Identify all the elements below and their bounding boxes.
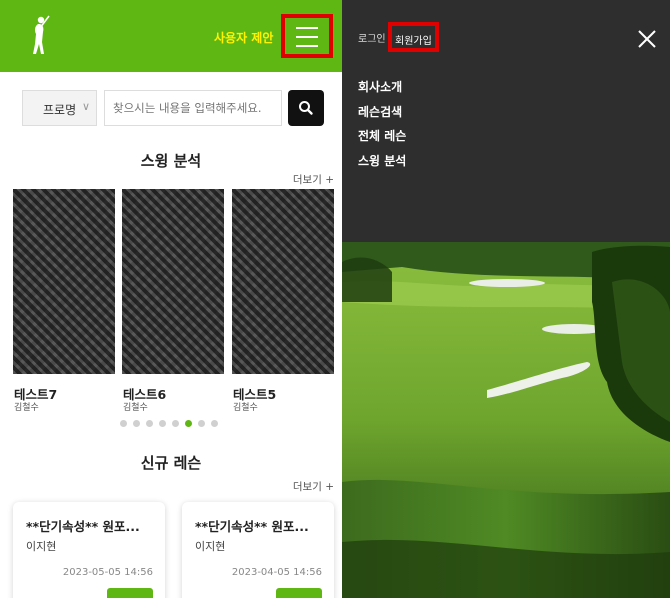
swing-item-author: 김철수: [14, 403, 39, 413]
search-button[interactable]: [288, 90, 324, 126]
close-icon[interactable]: [636, 28, 658, 50]
lessons-more-link[interactable]: 더보기 +: [293, 479, 334, 494]
menu-item-all-lessons[interactable]: 전체 레슨: [358, 127, 406, 152]
menu-item-swing-analysis[interactable]: 스윙 분석: [358, 152, 406, 177]
main-page: 사용자 제안 프로명 ∨ 스윙 분석 더보기 + 테스트7 김철수 테스트6 김…: [0, 0, 342, 598]
hamburger-line: [296, 36, 318, 38]
lesson-apply-button[interactable]: [276, 588, 322, 598]
carousel-dot[interactable]: [146, 420, 153, 427]
carousel-dot[interactable]: [198, 420, 205, 427]
user-suggestion-link[interactable]: 사용자 제안: [214, 29, 273, 46]
menu-item-lesson-search[interactable]: 레슨검색: [358, 103, 406, 128]
chevron-down-icon: ∨: [81, 100, 90, 113]
carousel-dot[interactable]: [120, 420, 127, 427]
nav-drawer: 로그인 회원가입 회사소개 레슨검색 전체 레슨 스윙 분석: [342, 0, 670, 598]
swing-item-author: 김철수: [233, 403, 258, 413]
login-link[interactable]: 로그인: [358, 30, 386, 45]
drawer-menu: 회사소개 레슨검색 전체 레슨 스윙 분석: [358, 78, 406, 176]
hamburger-icon: [296, 27, 318, 29]
search-category-value: 프로명: [43, 103, 77, 117]
carousel-dot[interactable]: [133, 420, 140, 427]
drawer-panel: 로그인 회원가입 회사소개 레슨검색 전체 레슨 스윙 분석: [342, 0, 670, 242]
lesson-date: 2023-05-05 14:56: [62, 567, 153, 578]
menu-item-company[interactable]: 회사소개: [358, 78, 406, 103]
swing-thumbnail[interactable]: [232, 189, 334, 374]
lesson-title: **단기속성** 원포...: [26, 519, 140, 534]
lesson-apply-button[interactable]: [107, 588, 153, 598]
hamburger-line: [296, 45, 318, 47]
lesson-title: **단기속성** 원포...: [195, 519, 309, 534]
menu-button[interactable]: [281, 14, 333, 58]
lesson-card[interactable]: **단기속성** 원포... 이지현 2023-05-05 14:56: [13, 502, 165, 598]
golf-course-image: [342, 242, 670, 598]
search-input[interactable]: [104, 90, 282, 126]
lesson-card[interactable]: **단기속성** 원포... 이지현 2023-04-05 14:56: [182, 502, 334, 598]
app-header: 사용자 제안: [0, 0, 342, 72]
search-icon: [299, 101, 313, 115]
swing-thumbnail[interactable]: [13, 189, 115, 374]
lesson-author: 이지현: [195, 540, 226, 553]
swing-more-link[interactable]: 더보기 +: [293, 172, 334, 187]
swing-section-title: 스윙 분석: [140, 152, 202, 170]
carousel-dot[interactable]: [159, 420, 166, 427]
carousel-dot[interactable]: [211, 420, 218, 427]
carousel-dot-active[interactable]: [185, 420, 192, 427]
carousel-dots: [120, 420, 218, 427]
lessons-section-title: 신규 레슨: [140, 454, 202, 472]
swing-thumbnail[interactable]: [122, 189, 224, 374]
golfer-logo-icon[interactable]: [26, 14, 52, 56]
lesson-author: 이지현: [26, 540, 57, 553]
lesson-date: 2023-04-05 14:56: [231, 567, 322, 578]
carousel-dot[interactable]: [172, 420, 179, 427]
swing-item-author: 김철수: [123, 403, 148, 413]
search-category-select[interactable]: 프로명 ∨: [22, 90, 97, 126]
signup-link[interactable]: 회원가입: [388, 22, 439, 52]
